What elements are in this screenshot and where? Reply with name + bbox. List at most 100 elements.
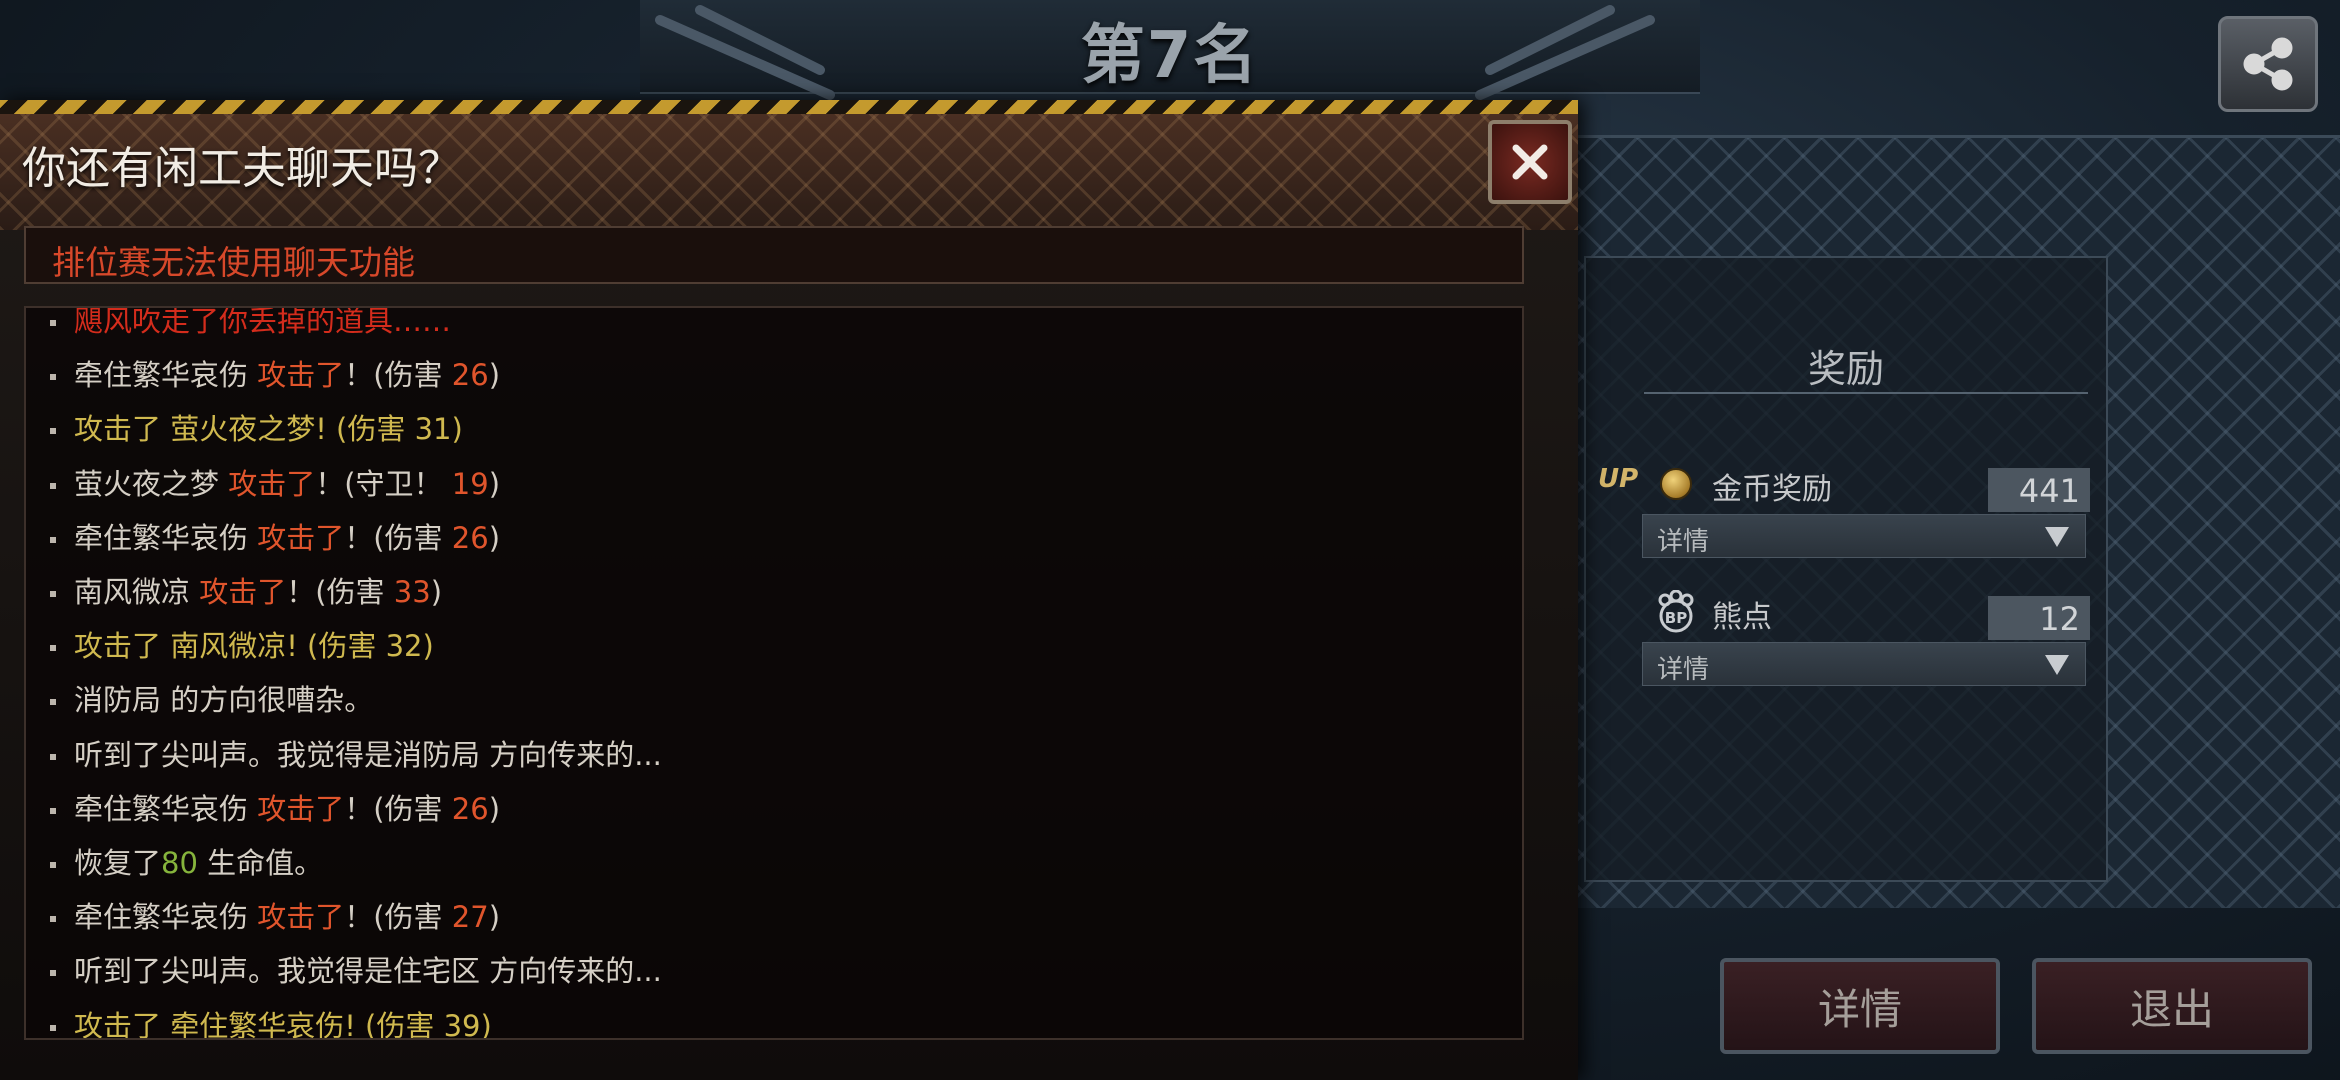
log-text: 攻击了 萤火夜之梦! (伤害 [74,412,415,447]
reward-row-gold: UP 金币奖励 441 [1586,452,2106,512]
bullet [50,536,56,543]
log-line: 萤火夜之梦 攻击了！(守卫！ 19) [50,457,500,511]
bullet [50,970,56,977]
log-text: ！(守卫！ [315,466,452,501]
log-text: 攻击了 牵住繁华哀伤! (伤害 [74,1008,444,1040]
close-button[interactable] [1488,120,1572,204]
log-line: 恢复了80 生命值。 [50,836,323,890]
log-text: 消防局 的方向很嘈杂。 [74,683,374,718]
log-line: 飓风吹走了你丢掉的道具…… [50,306,452,348]
triangle-down-icon [2045,527,2069,547]
coin-icon [1660,468,1692,500]
log-text: 攻击了 [190,575,287,609]
bullet [50,374,56,381]
close-icon [1512,144,1548,180]
bear-points-detail-dropdown[interactable]: 详情 [1642,642,2086,686]
log-text: 听到了尖叫声。我觉得是消防局 方向传来的... [74,737,662,772]
log-text: ) [488,791,501,826]
reward-value-box: 441 [1966,468,2090,512]
log-line: 牵住繁华哀伤 攻击了！(伤害 26) [50,348,500,402]
reward-panel: 奖励 UP 金币奖励 441 详情 BP 熊点 12 详情 [1584,256,2108,882]
rank-title: 第7名 [1080,19,1260,93]
reward-value-gold: 441 [2018,472,2080,510]
bear-points-icon: BP [1658,590,1694,633]
log-text: 攻击了 [219,466,316,501]
log-text: 攻击了 [248,520,345,555]
log-text: 南风微凉 [74,575,191,609]
up-badge: UP [1598,464,1639,494]
hazard-stripe [0,100,1578,114]
log-text: 飓风吹走了你丢掉的道具…… [74,306,452,338]
log-text: 听到了尖叫声。我觉得是住宅区 方向传来的... [74,954,662,989]
log-text: ) [422,629,434,664]
log-text: ) [488,358,501,393]
log-text: 牵住繁华哀伤 [74,358,249,393]
gold-detail-dropdown[interactable]: 详情 [1642,514,2086,558]
chat-disabled-notice: 排位赛无法使用聊天功能 [24,226,1524,284]
log-text: ) [451,412,463,447]
divider [1644,392,2088,394]
bullet [50,591,56,597]
log-line: 牵住繁华哀伤 攻击了！(伤害 26) [50,511,500,565]
log-line: 攻击了 萤火夜之梦! (伤害 31) [50,402,463,456]
log-text: ) [488,466,501,501]
log-text: 26 [451,791,489,826]
log-line: 牵住繁华哀伤 攻击了！(伤害 27) [50,890,500,944]
log-line: 攻击了 南风微凉! (伤害 32) [50,619,434,673]
log-text: 26 [451,520,489,555]
log-text: 80 [161,846,198,880]
bullet [50,320,56,326]
crossed-guns-emblem-left [655,5,835,100]
log-text: ) [430,575,443,609]
svg-text:BP: BP [1665,609,1687,627]
log-line: 牵住繁华哀伤 攻击了！(伤害 26) [50,782,500,836]
log-text: 牵住繁华哀伤 [74,791,249,826]
log-text: ) [488,900,501,935]
log-text: 33 [393,575,431,609]
share-button[interactable] [2218,16,2318,112]
reward-label-gold: 金币奖励 [1712,472,1832,507]
details-button[interactable]: 详情 [1720,958,2000,1054]
log-text: 牵住繁华哀伤 [74,900,249,935]
log-text: ！(伤害 [286,575,394,609]
chat-dialog: 你还有闲工夫聊天吗？ 排位赛无法使用聊天功能 飓风吹走了你丢掉的道具…… 牵住繁华… [0,100,1578,1080]
log-text: 攻击了 [248,791,345,826]
log-line: 听到了尖叫声。我觉得是消防局 方向传来的... [50,728,662,782]
log-text: 攻击了 [248,900,345,935]
notice-text: 排位赛无法使用聊天功能 [52,243,415,282]
log-text: 牵住繁华哀伤 [74,520,249,555]
reward-value-bear-points: 12 [2039,600,2080,638]
dropdown-label: 详情 [1657,655,1710,685]
log-line: 南风微凉 攻击了！(伤害 33) [50,565,442,619]
bullet [50,428,56,435]
log-text: ！(伤害 [344,520,452,555]
bullet [50,807,56,814]
exit-button[interactable]: 退出 [2032,958,2312,1054]
log-text: ) [488,520,501,555]
reward-title: 奖励 [1807,347,1884,391]
bullet [50,699,56,706]
log-text: 19 [451,466,489,501]
reward-value-box: 12 [1966,596,2090,640]
battle-log[interactable]: 飓风吹走了你丢掉的道具…… 牵住繁华哀伤 攻击了！(伤害 26) 攻击了 萤火夜之梦… [24,306,1524,1040]
log-text: 恢复了 [74,846,162,880]
log-text: ) [480,1008,492,1040]
log-text: 26 [451,358,489,393]
bullet [50,916,56,923]
bullet [50,753,56,760]
bullet [50,645,56,652]
log-text: 攻击了 [248,358,345,393]
reward-label-bear-points: 熊点 [1712,600,1772,635]
log-text: ！(伤害 [344,358,452,393]
log-text: ！(伤害 [344,791,452,826]
log-text: 39 [443,1008,481,1040]
dialog-title: 你还有闲工夫聊天吗？ [22,143,462,194]
share-icon [2243,37,2293,91]
dropdown-label: 详情 [1657,527,1710,557]
bullet [50,482,56,489]
log-line: 听到了尖叫声。我觉得是住宅区 方向传来的... [50,944,662,998]
bullet [50,862,56,868]
log-line: 消防局 的方向很嘈杂。 [50,673,373,727]
bullet [50,1024,56,1031]
crossed-guns-emblem-right [1475,5,1655,100]
